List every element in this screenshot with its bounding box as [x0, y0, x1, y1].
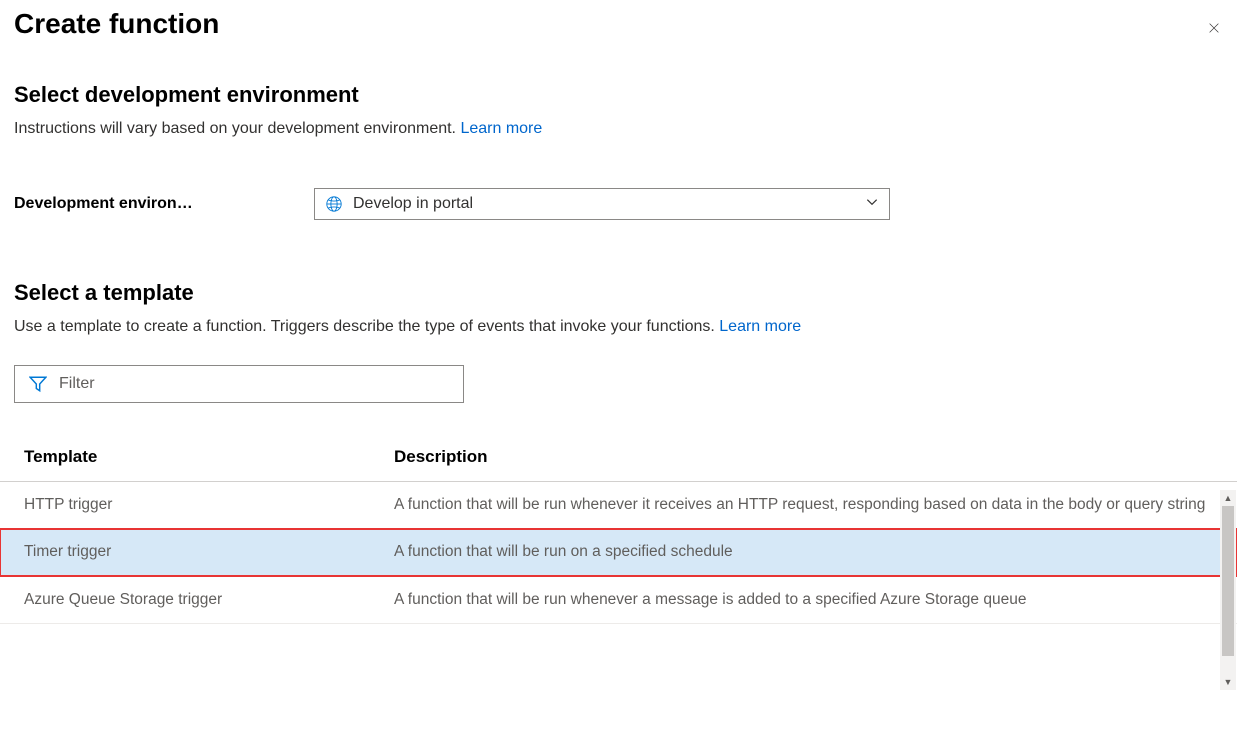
- template-name: HTTP trigger: [0, 481, 380, 528]
- chevron-down-icon: [865, 195, 879, 213]
- column-description[interactable]: Description: [380, 433, 1237, 482]
- filter-box[interactable]: [14, 365, 464, 403]
- template-description: Use a template to create a function. Tri…: [14, 316, 1223, 338]
- dev-env-desc-text: Instructions will vary based on your dev…: [14, 120, 460, 137]
- scrollbar-arrow-up-icon[interactable]: ▲: [1220, 490, 1236, 506]
- template-name: Timer trigger: [0, 529, 380, 576]
- template-description-cell: A function that will be run whenever a m…: [380, 576, 1237, 623]
- table-row[interactable]: Azure Queue Storage triggerA function th…: [0, 576, 1237, 623]
- scrollbar[interactable]: ▲ ▼: [1220, 490, 1236, 690]
- dev-env-learn-more-link[interactable]: Learn more: [460, 120, 542, 137]
- template-description-cell: A function that will be run on a specifi…: [380, 529, 1237, 576]
- filter-icon: [29, 375, 47, 393]
- scrollbar-thumb[interactable]: [1222, 506, 1234, 656]
- table-row[interactable]: Timer triggerA function that will be run…: [0, 529, 1237, 576]
- globe-icon: [325, 195, 343, 213]
- dev-env-description: Instructions will vary based on your dev…: [14, 118, 1223, 140]
- dev-env-section-title: Select development environment: [14, 82, 1223, 108]
- template-section-title: Select a template: [14, 280, 1223, 306]
- template-description-cell: A function that will be run whenever it …: [380, 481, 1237, 528]
- table-row[interactable]: HTTP triggerA function that will be run …: [0, 481, 1237, 528]
- template-learn-more-link[interactable]: Learn more: [719, 318, 801, 335]
- template-name: Azure Queue Storage trigger: [0, 576, 380, 623]
- filter-input[interactable]: [59, 375, 449, 393]
- close-icon[interactable]: [1205, 16, 1223, 34]
- scrollbar-arrow-down-icon[interactable]: ▼: [1220, 674, 1236, 690]
- template-desc-text: Use a template to create a function. Tri…: [14, 318, 719, 335]
- column-template[interactable]: Template: [0, 433, 380, 482]
- page-title: Create function: [14, 8, 219, 40]
- dev-env-label: Development environ…: [14, 195, 314, 213]
- dev-env-dropdown-value: Develop in portal: [353, 195, 865, 213]
- dev-env-dropdown[interactable]: Develop in portal: [314, 188, 890, 220]
